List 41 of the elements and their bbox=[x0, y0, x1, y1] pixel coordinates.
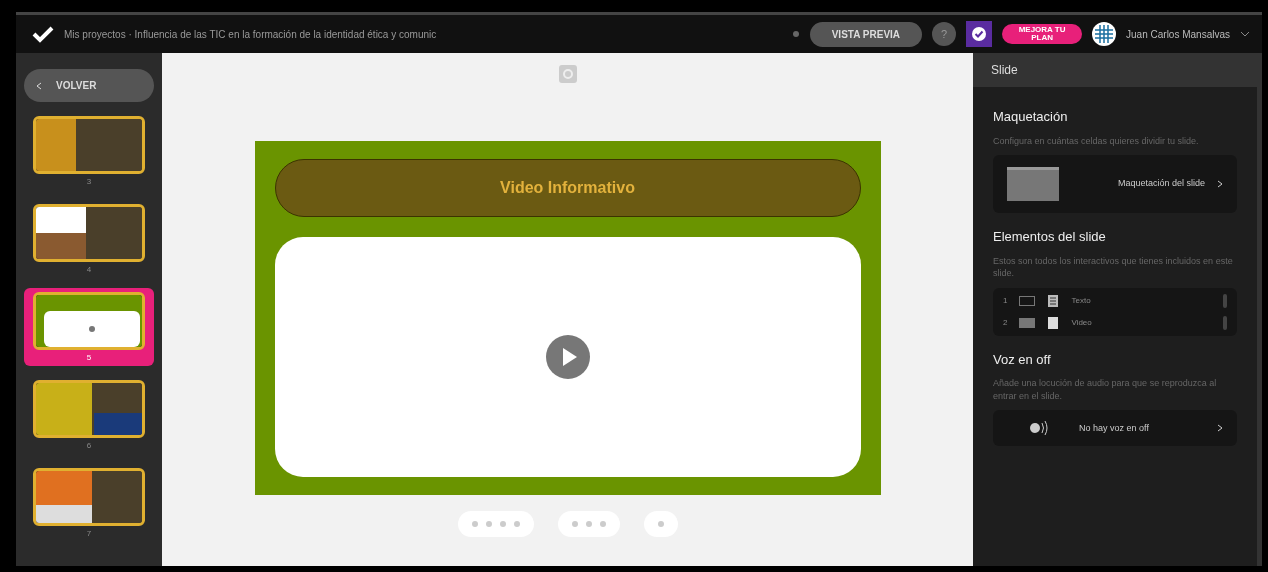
section-heading: Elementos del slide bbox=[993, 228, 1107, 247]
element-number: 2 bbox=[1003, 316, 1008, 329]
user-name[interactable]: Juan Carlos Mansalvas bbox=[1126, 26, 1230, 42]
chevron-down-icon[interactable] bbox=[1240, 31, 1250, 37]
element-label[interactable]: Texto bbox=[1071, 294, 1211, 307]
cell-icon bbox=[1019, 295, 1036, 306]
slide-title: Video Informativo bbox=[274, 159, 861, 217]
section-description: Añade una locución de audio para que se reproduzca al entrar en el slide. bbox=[993, 377, 1218, 403]
slide-number: 5 bbox=[86, 352, 92, 364]
play-icon[interactable] bbox=[545, 335, 590, 379]
chevron-left-icon bbox=[36, 82, 42, 91]
section-heading: Voz en off bbox=[993, 350, 1052, 369]
layout-thumbnail-icon bbox=[1007, 167, 1059, 202]
panel-header: Slide bbox=[973, 53, 1257, 87]
section-description: Estos son todos los interactivos que tienes incluidos en este slide. bbox=[993, 254, 1234, 280]
upgrade-button[interactable]: MEJORA TU PLAN bbox=[1002, 24, 1083, 44]
video-icon bbox=[1047, 315, 1060, 330]
section-description: Configura en cuántas celdas quieres dividir tu slide. bbox=[993, 134, 1200, 148]
slide-number: 7 bbox=[86, 528, 92, 540]
badge-check-icon[interactable] bbox=[966, 21, 993, 47]
chevron-right-icon bbox=[1217, 424, 1223, 433]
drag-handle-icon[interactable] bbox=[1223, 315, 1227, 330]
breadcrumb[interactable]: Mis proyectos · Influencia de las TIC en la formación de la identidad ética y comunic bbox=[64, 26, 782, 42]
text-icon bbox=[1047, 293, 1060, 308]
slide-number: 6 bbox=[86, 440, 92, 452]
chevron-right-icon bbox=[1217, 180, 1223, 189]
preview-button[interactable]: VISTA PREVIA bbox=[809, 21, 923, 47]
slide-thumbnail[interactable]: 5 bbox=[24, 288, 154, 366]
element-label[interactable]: Video bbox=[1071, 316, 1211, 329]
avatar-grid-icon[interactable] bbox=[1092, 22, 1117, 46]
cell-icon bbox=[1019, 317, 1036, 328]
section-heading: Maquetación bbox=[993, 108, 1069, 126]
speaker-icon bbox=[1029, 420, 1049, 437]
voiceover-button[interactable]: No hay voz en off bbox=[993, 410, 1237, 447]
check-logo-icon[interactable] bbox=[32, 25, 54, 43]
element-number: 1 bbox=[1003, 294, 1008, 307]
slide-number: 4 bbox=[86, 264, 92, 276]
back-button[interactable]: VOLVER bbox=[24, 69, 154, 102]
drag-handle-icon[interactable] bbox=[1223, 293, 1227, 308]
slide-number: 3 bbox=[86, 176, 92, 188]
layout-button[interactable]: Maquetación del slide bbox=[993, 155, 1237, 214]
